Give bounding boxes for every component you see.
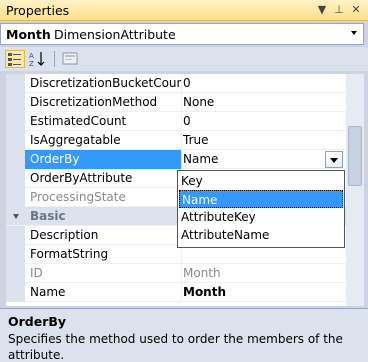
svg-text:A: A [29,52,34,60]
property-value[interactable]: Name [183,152,218,166]
property-row[interactable]: IsAggregatable True [6,131,346,150]
column-divider [181,264,182,283]
property-name: ID [30,266,43,280]
property-row[interactable]: DiscretizationBucketCoun 0 [6,74,346,93]
dropdown-option[interactable]: AttributeName [179,226,343,244]
column-divider [181,283,182,302]
window-dropdown-icon[interactable]: ▼ [314,2,330,18]
property-name: ProcessingState [30,190,126,204]
row-margin [6,112,25,131]
toolbar-separator [54,51,55,67]
object-type: DimensionAttribute [54,27,176,42]
column-divider [181,112,182,131]
window-title: Properties [6,3,70,18]
description-title: OrderBy [8,314,67,329]
row-margin [6,264,25,283]
property-row[interactable]: DiscretizationMethod None [6,93,346,112]
dropdown-option-selected[interactable]: Name [179,190,343,208]
row-margin [6,245,25,264]
property-value[interactable]: None [183,95,214,109]
property-row[interactable]: Name Month [6,283,346,302]
column-divider [181,93,182,112]
property-name: DiscretizationMethod [30,95,158,109]
alphabetical-button[interactable]: A Z [28,50,48,68]
property-name: FormatString [30,247,109,261]
object-name: Month [6,27,51,42]
chevron-down-icon[interactable] [351,31,357,35]
row-margin [6,283,25,302]
properties-window: Properties ▼ ⊥ ✕ Month DimensionAttribut… [0,0,368,362]
column-divider [181,74,182,93]
categorized-icon [8,53,21,66]
property-name: OrderBy [25,150,182,169]
property-value[interactable]: 0 [183,114,191,128]
row-margin [6,150,25,169]
row-margin [6,226,25,245]
column-divider [181,150,182,169]
pin-icon[interactable]: ⊥ [331,2,347,18]
property-pages-icon [62,52,78,65]
row-margin [6,169,25,188]
property-value[interactable]: Month [183,285,226,299]
property-value[interactable]: True [183,133,209,147]
row-margin [6,74,25,93]
row-margin [6,93,25,112]
dropdown-option[interactable]: Key [179,172,343,190]
title-bar[interactable]: Properties ▼ ⊥ ✕ [0,0,368,21]
property-name: OrderByAttribute [30,171,133,185]
property-name: EstimatedCount [30,114,127,128]
description-panel: OrderBy Specifies the method used to ord… [0,308,368,362]
vertical-scrollbar[interactable] [346,74,364,306]
properties-toolbar: A Z [0,47,368,71]
property-name: DiscretizationBucketCoun [30,76,182,90]
description-text: Specifies the method used to order the m… [8,332,343,362]
scrollbar-thumb[interactable] [348,126,362,186]
property-row[interactable]: EstimatedCount 0 [6,112,346,131]
object-selector[interactable]: Month DimensionAttribute [0,23,364,45]
property-row[interactable]: ID Month [6,264,346,283]
svg-text:Z: Z [29,60,34,68]
property-pages-button[interactable] [60,50,80,68]
dropdown-option[interactable]: AttributeKey [179,208,343,226]
property-row-selected[interactable]: OrderBy Name [6,150,346,169]
property-value[interactable]: 0 [183,76,191,90]
property-value[interactable]: Month [183,266,221,280]
property-name: Description [30,228,99,242]
value-dropdown-button[interactable] [325,151,343,168]
row-margin [6,188,25,207]
column-divider [181,131,182,150]
category-name: Basic [30,209,66,223]
orderby-dropdown-list: Key Name AttributeKey AttributeName [177,170,345,248]
property-name: Name [30,285,66,299]
collapse-icon[interactable] [13,214,19,219]
property-name: IsAggregatable [30,133,121,147]
alphabetical-icon: A Z [29,52,45,68]
close-icon[interactable]: ✕ [348,2,364,18]
row-margin [6,131,25,150]
categorized-button[interactable] [5,50,25,68]
